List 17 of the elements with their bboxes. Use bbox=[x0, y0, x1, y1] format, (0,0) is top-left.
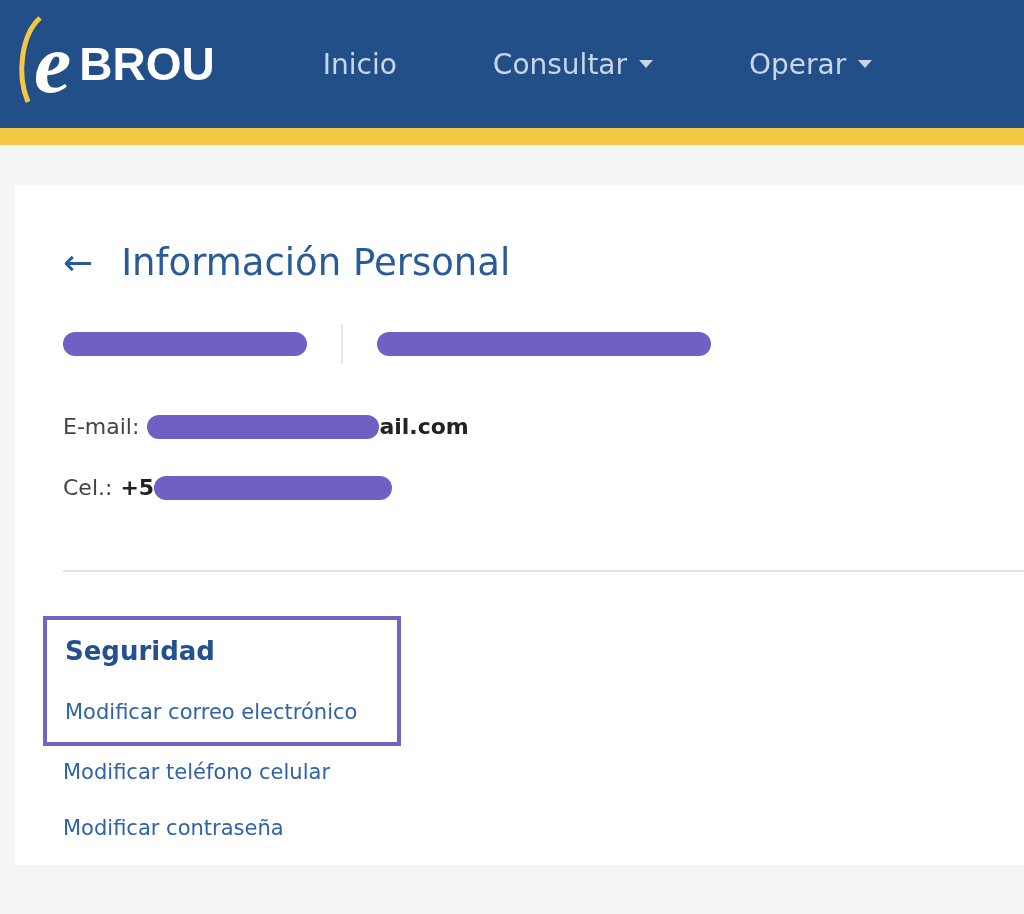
caret-icon bbox=[858, 60, 873, 68]
nav-link[interactable]: Consultar bbox=[492, 47, 654, 81]
field-value: +5 bbox=[120, 475, 155, 500]
caret-icon bbox=[639, 60, 654, 68]
field-label: Cel.: bbox=[63, 475, 113, 500]
settings-link[interactable]: Modificar correo electrónico bbox=[65, 700, 358, 724]
nav-link[interactable]: Operar bbox=[749, 47, 873, 81]
section-title: Seguridad bbox=[65, 636, 216, 666]
page-title: Información Personal bbox=[121, 241, 511, 284]
logo-name: BROU bbox=[79, 37, 215, 91]
back-arrow[interactable]: ← bbox=[63, 242, 94, 283]
field-value: ail.com bbox=[379, 414, 469, 439]
logo-letter: e bbox=[24, 22, 72, 106]
nav-link[interactable]: Inicio bbox=[322, 47, 397, 81]
settings-link[interactable]: Modificar teléfono celular bbox=[63, 760, 1024, 784]
field-label: E-mail: bbox=[63, 414, 140, 439]
settings-link[interactable]: Modificar contraseña bbox=[63, 816, 1024, 840]
